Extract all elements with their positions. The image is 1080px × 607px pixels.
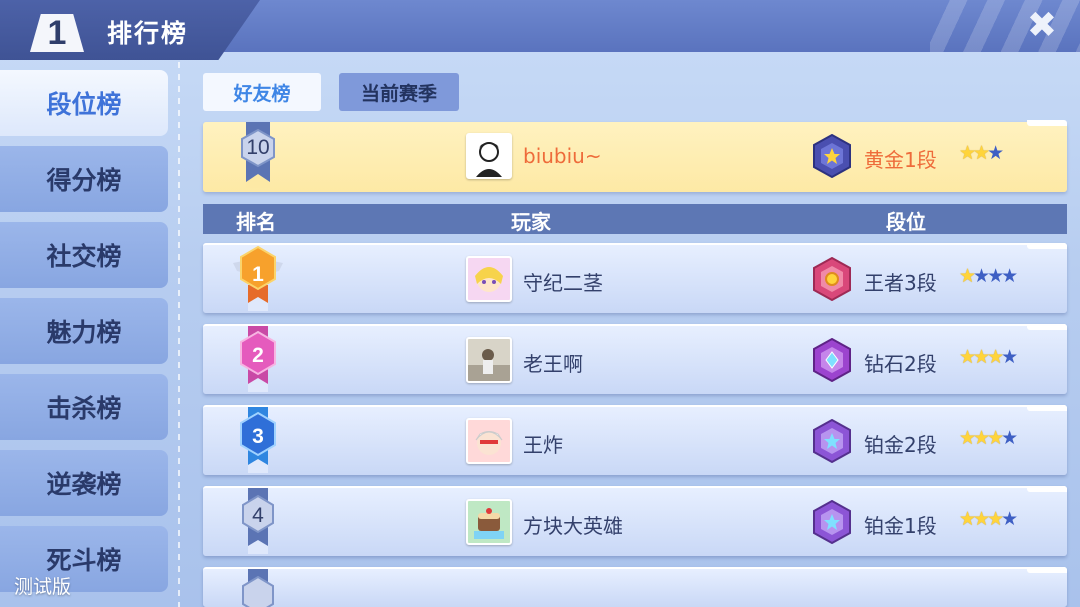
star-rating: ★★★★ bbox=[959, 427, 1018, 449]
close-button[interactable]: ✖ bbox=[1018, 6, 1066, 46]
sidebar-item-charm[interactable]: 魅力榜 bbox=[0, 298, 168, 364]
row-rank-number: 4 bbox=[252, 504, 264, 527]
row-rank-number: 2 bbox=[252, 344, 264, 367]
king-tier-emblem-icon bbox=[811, 256, 853, 302]
star-icon: ★ bbox=[1001, 346, 1018, 368]
player-avatar[interactable] bbox=[466, 499, 512, 545]
player-name: 老王啊 bbox=[523, 352, 583, 376]
star-icon: ★ bbox=[1001, 265, 1018, 287]
star-icon: ★ bbox=[973, 265, 990, 287]
column-player: 玩家 bbox=[511, 210, 551, 234]
row-rank-number: 1 bbox=[252, 263, 264, 286]
ranking-badge-icon: 1 bbox=[30, 14, 84, 52]
star-icon: ★ bbox=[987, 427, 1004, 449]
self-player-name: biubiu~ bbox=[523, 144, 602, 168]
star-icon: ★ bbox=[973, 346, 990, 368]
leaderboard-row-partial[interactable] bbox=[203, 567, 1067, 607]
leaderboard-row[interactable]: 1 守纪二茎 王者3段 ★★★★ bbox=[203, 243, 1067, 313]
row-corner-decoration bbox=[1027, 324, 1067, 330]
close-icon: ✖ bbox=[1026, 5, 1058, 46]
star-icon: ★ bbox=[973, 427, 990, 449]
tab-current-season[interactable]: 当前赛季 bbox=[339, 73, 459, 111]
row-rank-number: 3 bbox=[252, 425, 264, 448]
second-place-badge-icon: 2 bbox=[233, 326, 283, 392]
self-star-rating: ★★★ bbox=[959, 142, 1004, 164]
sidebar: 段位榜 得分榜 社交榜 魅力榜 击杀榜 逆袭榜 死斗榜 bbox=[0, 62, 170, 607]
row-corner-decoration bbox=[1027, 567, 1067, 573]
player-avatar[interactable] bbox=[466, 418, 512, 464]
star-icon: ★ bbox=[987, 265, 1004, 287]
player-name: 守纪二茎 bbox=[523, 271, 603, 295]
sidebar-item-rank[interactable]: 段位榜 bbox=[0, 70, 168, 136]
star-icon: ★ bbox=[1001, 508, 1018, 530]
star-icon: ★ bbox=[959, 265, 976, 287]
header-title-tab: 1 排行榜 bbox=[0, 0, 260, 60]
ranking-badge-number: 1 bbox=[47, 14, 67, 52]
player-name: 王炸 bbox=[523, 433, 563, 457]
star-icon: ★ bbox=[973, 508, 990, 530]
star-icon: ★ bbox=[959, 142, 976, 164]
sidebar-divider bbox=[178, 62, 180, 607]
star-icon: ★ bbox=[987, 142, 1004, 164]
star-icon: ★ bbox=[987, 346, 1004, 368]
sidebar-item-kills[interactable]: 击杀榜 bbox=[0, 374, 168, 440]
row-corner-decoration bbox=[1027, 243, 1067, 249]
leaderboard-column-header: 排名 玩家 段位 bbox=[203, 204, 1067, 234]
player-tier-label: 钻石2段 bbox=[864, 352, 937, 376]
star-icon: ★ bbox=[959, 346, 976, 368]
row-corner-decoration bbox=[1027, 486, 1067, 492]
leaderboard-row[interactable]: 2 老王啊 钻石2段 ★★★★ bbox=[203, 324, 1067, 394]
self-rank-number: 10 bbox=[246, 136, 270, 159]
star-icon: ★ bbox=[973, 142, 990, 164]
self-rank-row[interactable]: 10 biubiu~ 黄金1段 ★★★ bbox=[203, 120, 1067, 192]
diamond-tier-emblem-icon bbox=[811, 337, 853, 383]
leaderboard-row[interactable]: 3 王炸 铂金2段 ★★★★ bbox=[203, 405, 1067, 475]
sidebar-item-social[interactable]: 社交榜 bbox=[0, 222, 168, 288]
gold-tier-emblem-icon bbox=[811, 133, 853, 179]
rank-badge-icon bbox=[233, 569, 283, 607]
star-icon: ★ bbox=[987, 508, 1004, 530]
star-rating: ★★★★ bbox=[959, 346, 1018, 368]
column-rank: 排名 bbox=[236, 210, 276, 234]
player-name: 方块大英雄 bbox=[523, 514, 623, 538]
platinum-tier-emblem-icon bbox=[811, 499, 853, 545]
rank-badge-icon: 4 bbox=[233, 488, 283, 554]
column-tier: 段位 bbox=[886, 210, 926, 234]
row-corner-decoration bbox=[1027, 405, 1067, 411]
self-avatar[interactable] bbox=[466, 133, 512, 179]
player-tier-label: 铂金2段 bbox=[864, 433, 937, 457]
star-icon: ★ bbox=[1001, 427, 1018, 449]
sidebar-item-score[interactable]: 得分榜 bbox=[0, 146, 168, 212]
player-avatar[interactable] bbox=[466, 337, 512, 383]
star-icon: ★ bbox=[959, 427, 976, 449]
rank-badge-icon: 10 bbox=[233, 122, 283, 188]
player-avatar[interactable] bbox=[466, 256, 512, 302]
sidebar-item-comeback[interactable]: 逆袭榜 bbox=[0, 450, 168, 516]
star-rating: ★★★★ bbox=[959, 508, 1018, 530]
test-version-watermark: 测试版 bbox=[14, 576, 72, 598]
tab-friends[interactable]: 好友榜 bbox=[203, 73, 321, 111]
star-rating: ★★★★ bbox=[959, 265, 1018, 287]
first-place-badge-icon: 1 bbox=[233, 245, 283, 311]
star-icon: ★ bbox=[959, 508, 976, 530]
leaderboard-row[interactable]: 4 方块大英雄 铂金1段 ★★★★ bbox=[203, 486, 1067, 556]
player-tier-label: 王者3段 bbox=[864, 271, 937, 295]
platinum-tier-emblem-icon bbox=[811, 418, 853, 464]
player-tier-label: 铂金1段 bbox=[864, 514, 937, 538]
third-place-badge-icon: 3 bbox=[233, 407, 283, 473]
page-title: 排行榜 bbox=[107, 19, 189, 48]
row-corner-decoration bbox=[1027, 120, 1067, 126]
self-tier-label: 黄金1段 bbox=[864, 148, 937, 172]
